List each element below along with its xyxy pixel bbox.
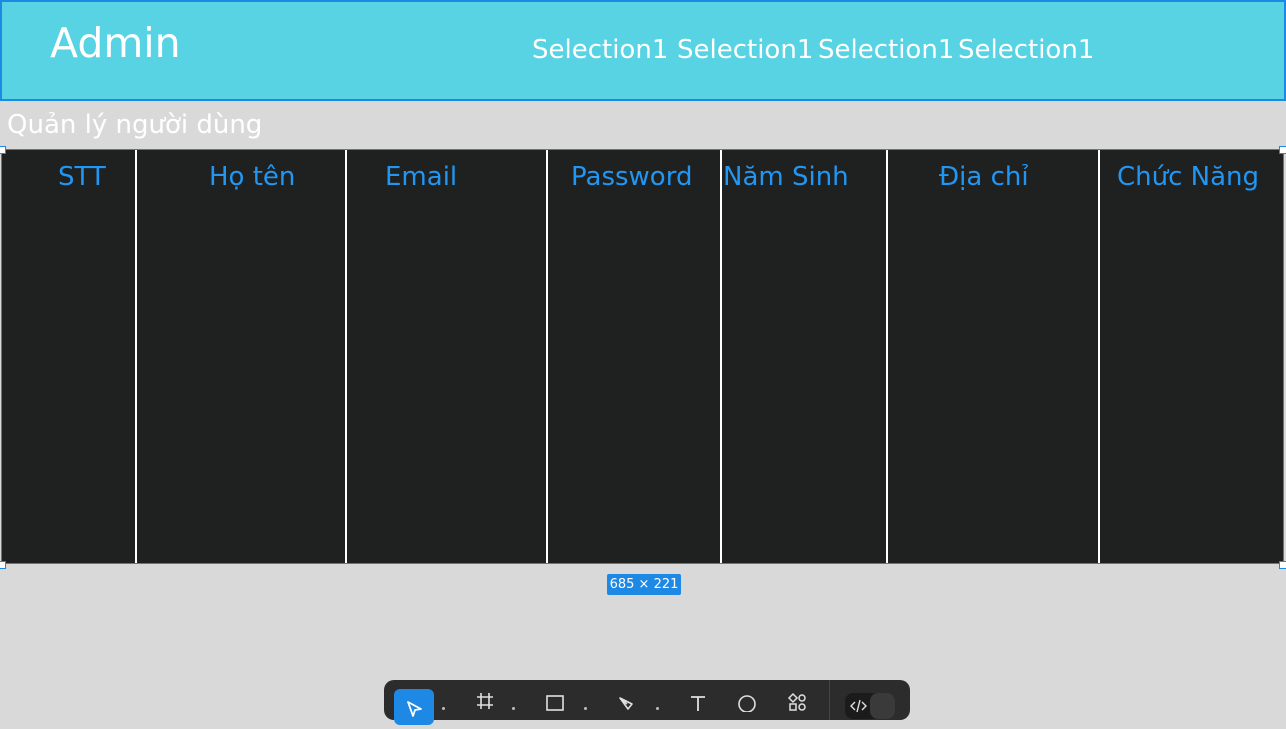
frame-icon bbox=[477, 693, 493, 709]
nav-item-4[interactable]: Selection1 bbox=[958, 32, 1094, 68]
pen-tool-button[interactable] bbox=[616, 690, 638, 712]
nav-item-1[interactable]: Selection1 bbox=[532, 32, 668, 68]
column-header-actions[interactable]: Chức Năng bbox=[1117, 160, 1259, 194]
column-divider bbox=[720, 150, 722, 563]
frame-tool-button[interactable] bbox=[474, 690, 496, 712]
column-header-stt[interactable]: STT bbox=[58, 160, 106, 194]
toggle-knob bbox=[870, 693, 895, 719]
rectangle-tool-button[interactable] bbox=[544, 690, 566, 712]
resize-handle-top-right[interactable] bbox=[1279, 146, 1286, 154]
resize-handle-bottom-left[interactable] bbox=[0, 561, 6, 569]
column-divider bbox=[135, 150, 137, 563]
rectangle-icon bbox=[546, 695, 564, 711]
code-icon bbox=[850, 699, 867, 713]
column-header-name[interactable]: Họ tên bbox=[209, 160, 295, 194]
toolbar-divider bbox=[829, 680, 830, 720]
column-header-email[interactable]: Email bbox=[385, 160, 457, 194]
actions-icon bbox=[787, 692, 806, 711]
column-divider bbox=[886, 150, 888, 563]
nav-item-2[interactable]: Selection1 bbox=[677, 32, 813, 68]
column-header-password[interactable]: Password bbox=[571, 160, 692, 194]
column-divider bbox=[546, 150, 548, 563]
column-header-address[interactable]: Địa chỉ bbox=[939, 160, 1029, 194]
comment-tool-button[interactable] bbox=[736, 690, 758, 713]
text-tool-button[interactable] bbox=[687, 690, 709, 712]
pen-icon bbox=[619, 697, 633, 710]
app-title: Admin bbox=[50, 19, 181, 67]
actions-tool-button[interactable] bbox=[786, 690, 808, 712]
app-header: Admin Selection1 Selection1 Selection1 S… bbox=[0, 0, 1286, 101]
column-header-birth-year[interactable]: Năm Sinh bbox=[723, 160, 849, 194]
resize-handle-top-left[interactable] bbox=[0, 146, 6, 154]
user-table[interactable]: STT Họ tên Email Password Năm Sinh Địa c… bbox=[1, 149, 1284, 564]
comment-icon bbox=[738, 695, 756, 713]
move-tool-button[interactable] bbox=[394, 689, 434, 725]
move-icon bbox=[407, 701, 422, 717]
text-icon bbox=[691, 696, 705, 711]
dev-mode-toggle[interactable] bbox=[845, 693, 895, 719]
selection-size-badge: 685 × 221 bbox=[607, 574, 681, 595]
resize-handle-bottom-right[interactable] bbox=[1279, 561, 1286, 569]
nav-item-3[interactable]: Selection1 bbox=[818, 32, 954, 68]
column-divider bbox=[1098, 150, 1100, 563]
design-toolbar bbox=[384, 680, 910, 725]
column-divider bbox=[345, 150, 347, 563]
page-title: Quản lý người dùng bbox=[7, 110, 263, 140]
